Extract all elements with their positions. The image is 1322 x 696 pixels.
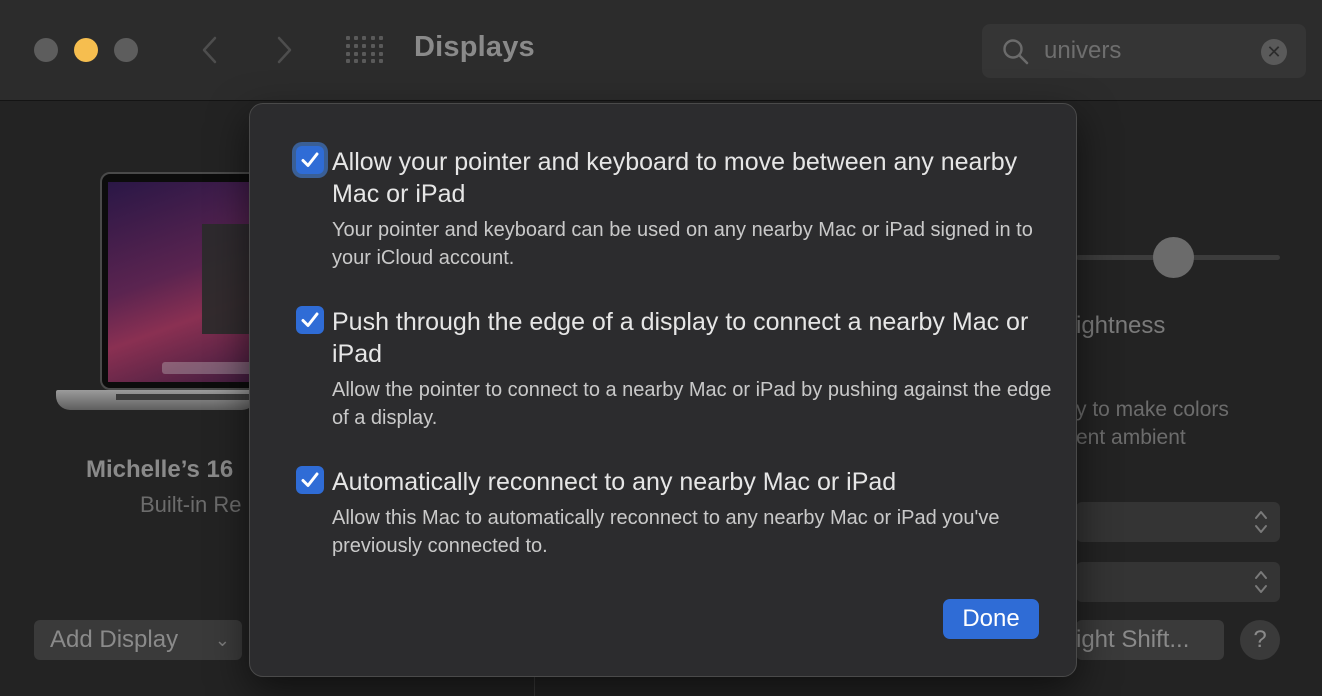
laptop-keyboard — [116, 394, 256, 400]
forward-button[interactable] — [266, 32, 302, 68]
device-name: Michelle’s 16 — [86, 456, 234, 483]
updown-chevron-icon — [1255, 571, 1267, 593]
option-title[interactable]: Allow your pointer and keyboard to move … — [332, 146, 1032, 210]
brightness-slider-knob[interactable] — [1153, 237, 1194, 278]
true-tone-description-line1: y to make colors — [1076, 398, 1229, 421]
laptop-base — [56, 390, 256, 410]
updown-chevron-icon — [1255, 511, 1267, 533]
chevron-left-icon — [202, 36, 217, 64]
checkmark-icon — [301, 152, 319, 167]
add-display-button[interactable]: Add Display ⌄ — [34, 620, 242, 660]
search-icon — [1002, 38, 1030, 71]
chevron-right-icon — [277, 36, 292, 64]
titlebar: Displays univers ✕ — [0, 0, 1322, 101]
chevron-down-icon: ⌄ — [214, 630, 230, 650]
add-display-label: Add Display — [50, 626, 179, 653]
checkmark-icon — [301, 312, 319, 327]
true-tone-description-line2: ent ambient — [1076, 426, 1186, 449]
device-subtitle: Built-in Re — [140, 492, 242, 517]
popup-button-2[interactable] — [1076, 562, 1280, 602]
clear-circle-icon[interactable]: ✕ — [1261, 39, 1287, 65]
minimize-button[interactable] — [74, 38, 98, 62]
window-title: Displays — [414, 31, 535, 63]
option-description: Allow this Mac to automatically reconnec… — [332, 507, 1000, 557]
zoom-button[interactable] — [114, 38, 138, 62]
universal-control-sheet: Allow your pointer and keyboard to move … — [249, 103, 1077, 677]
checkbox-push-through-edge[interactable] — [296, 306, 324, 334]
done-button[interactable]: Done — [943, 599, 1039, 639]
search-input[interactable]: univers — [1044, 37, 1121, 65]
close-button[interactable] — [34, 38, 58, 62]
option-title[interactable]: Push through the edge of a display to co… — [332, 306, 1032, 370]
display-thumbnail[interactable] — [56, 172, 270, 412]
night-shift-button[interactable]: ight Shift... — [1076, 620, 1224, 660]
option-description: Your pointer and keyboard can be used on… — [332, 219, 1033, 269]
back-button[interactable] — [192, 32, 228, 68]
checkbox-pointer-keyboard[interactable] — [296, 146, 324, 174]
dock-preview — [162, 362, 262, 374]
option-description: Allow the pointer to connect to a nearby… — [332, 379, 1052, 429]
brightness-label: ightness — [1076, 312, 1166, 339]
popup-button-1[interactable] — [1076, 502, 1280, 542]
help-button[interactable]: ? — [1240, 620, 1280, 660]
checkbox-auto-reconnect[interactable] — [296, 466, 324, 494]
laptop-screen — [100, 172, 270, 390]
show-all-grid-icon[interactable] — [346, 36, 384, 64]
system-preferences-window: Displays univers ✕ Michelle’s 16 Built-i… — [0, 0, 1322, 696]
checkmark-icon — [301, 472, 319, 487]
option-title[interactable]: Automatically reconnect to any nearby Ma… — [332, 466, 1032, 498]
search-field[interactable]: univers ✕ — [982, 24, 1306, 78]
